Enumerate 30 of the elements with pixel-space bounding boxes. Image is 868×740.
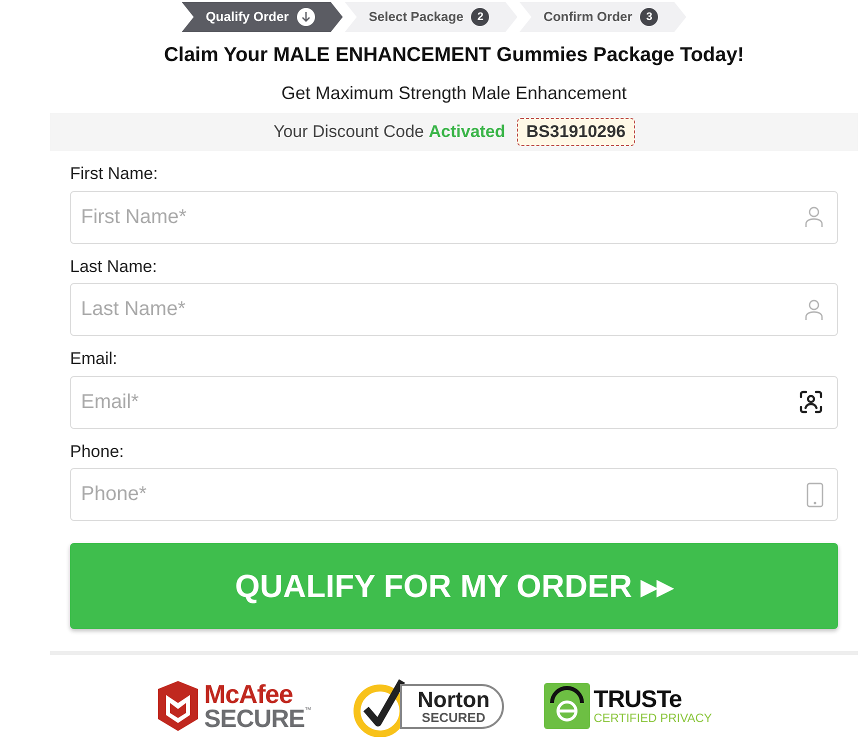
seal-icon [544, 683, 590, 729]
input-field[interactable]: Email* [70, 376, 838, 428]
step-number: 3 [640, 8, 658, 26]
page-title: Claim Your MALE ENHANCEMENT Gummies Package Today! [162, 43, 746, 68]
person-icon [804, 298, 824, 322]
page-subtitle: Get Maximum Strength Male Enhancement [280, 82, 628, 105]
person-icon [804, 205, 824, 229]
input-field[interactable]: Phone* [70, 468, 838, 521]
field-label: Email: [70, 348, 118, 370]
discount-label: Your Discount Code Activated [273, 121, 506, 144]
step-tab[interactable]: Select Package 2 [344, 2, 518, 32]
arrow-down-icon [296, 8, 315, 26]
field-label: First Name: [70, 163, 159, 185]
step-tab[interactable]: Qualify Order [182, 2, 343, 32]
step-tab[interactable]: Confirm Order 3 [519, 2, 686, 32]
brand-name: TRUSTe [594, 688, 683, 712]
field-label: Last Name: [70, 256, 158, 278]
brand-subtitle: CERTIFIED PRIVACY [594, 712, 712, 724]
input-field[interactable]: First Name* [70, 190, 838, 244]
brand-name: Norton [418, 688, 490, 710]
phone-icon [806, 482, 824, 508]
input-field[interactable]: Last Name* [70, 283, 838, 336]
discount-code: BS31910296 [517, 118, 635, 146]
face-scan-icon [798, 389, 824, 415]
brand-name: McAfee [204, 680, 294, 706]
shield-icon [156, 681, 200, 731]
step-number: 2 [471, 8, 490, 26]
brand-subtitle: SECURED [422, 710, 486, 724]
field-label: Phone: [70, 440, 125, 462]
brand-subtitle: SECURE [204, 706, 305, 732]
